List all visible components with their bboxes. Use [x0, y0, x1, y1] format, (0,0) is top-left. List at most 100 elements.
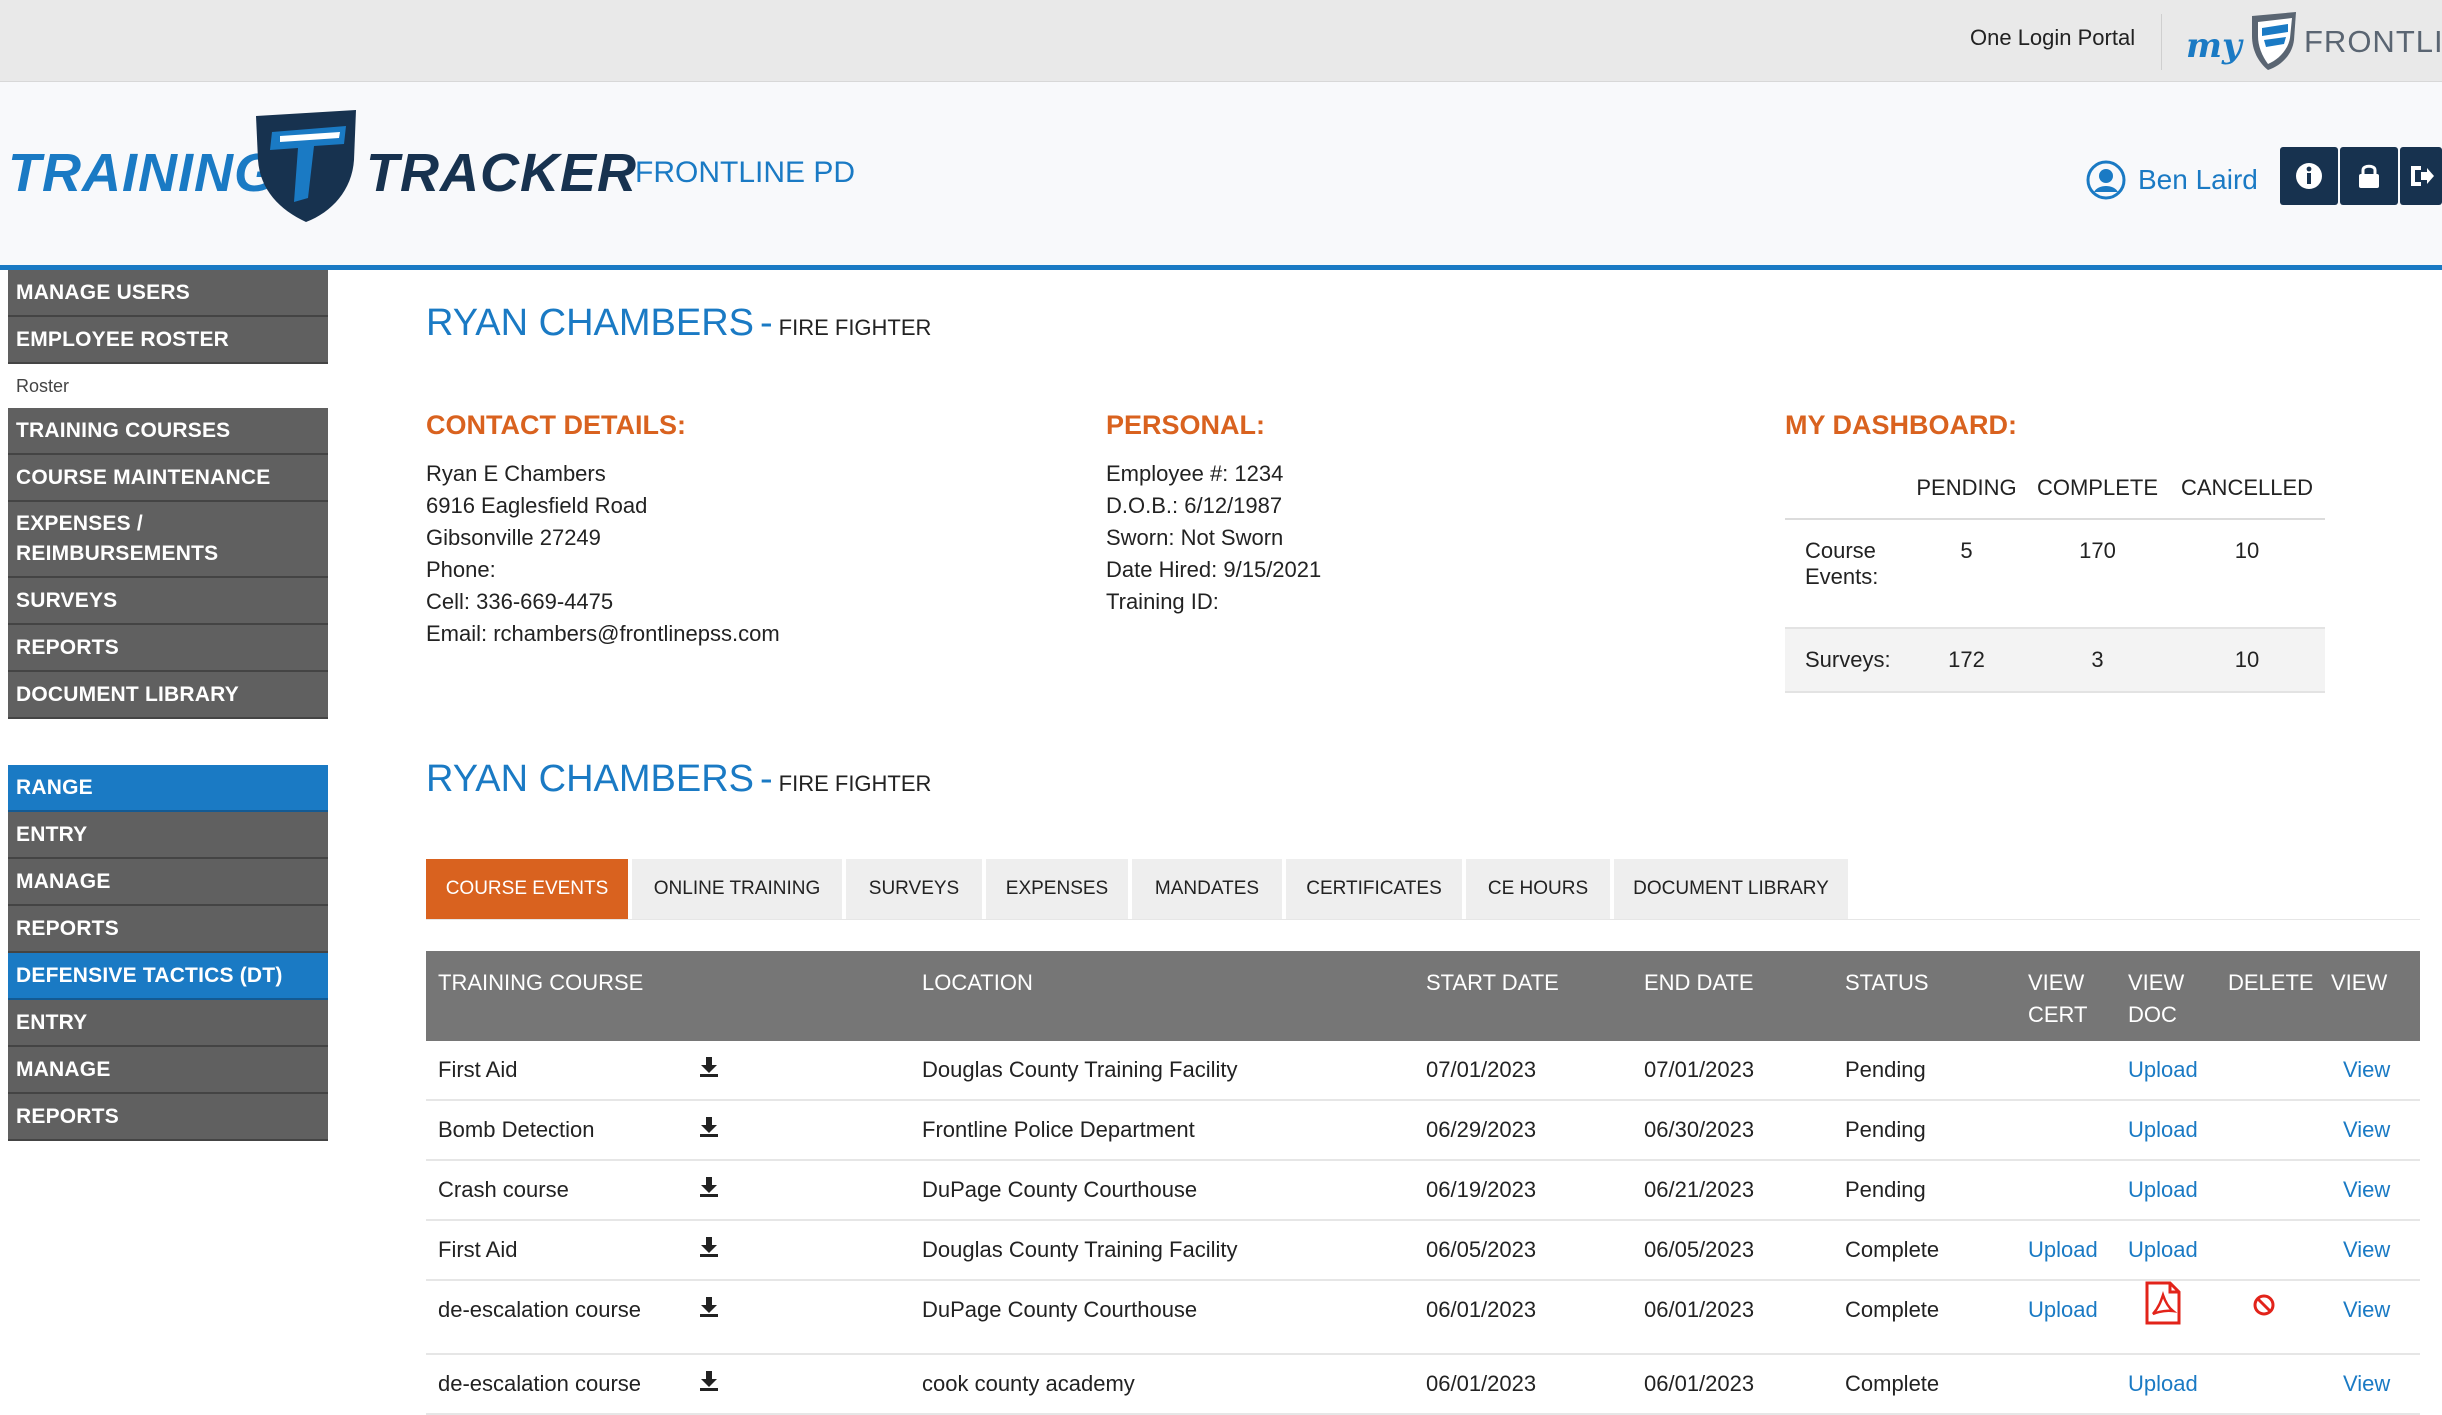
download-icon[interactable]: [698, 1355, 720, 1413]
employee-rank: FIRE FIGHTER: [778, 315, 932, 340]
tab-course-events[interactable]: COURSE EVENTS: [426, 859, 628, 919]
personal-training-id: Training ID:: [1106, 589, 1219, 614]
download-icon[interactable]: [698, 1161, 720, 1219]
info-button[interactable]: [2280, 147, 2338, 205]
pdf-icon[interactable]: [2144, 1281, 2182, 1347]
header-divider: [0, 265, 2442, 270]
sidebar-item-range-manage[interactable]: MANAGE: [8, 859, 328, 906]
start-date: 06/01/2023: [1426, 1371, 1537, 1396]
contact-phone: Phone:: [426, 557, 496, 582]
tab-online-training[interactable]: ONLINE TRAINING: [632, 859, 842, 919]
dashboard-cancelled-count: 10: [2169, 628, 2325, 693]
one-login-portal-link[interactable]: One Login Portal: [1970, 25, 2135, 51]
course-name: First Aid: [438, 1237, 518, 1262]
view-doc-upload-link[interactable]: Upload: [2128, 1161, 2198, 1219]
view-link[interactable]: View: [2343, 1355, 2390, 1413]
course-name: Crash course: [438, 1177, 569, 1202]
course-location: Frontline Police Department: [922, 1117, 1195, 1142]
view-link[interactable]: View: [2343, 1161, 2390, 1219]
lock-button[interactable]: [2340, 147, 2398, 205]
table-row: de-escalation course cook county academy 0…: [426, 1355, 2420, 1415]
sidebar-item-defensive-tactics[interactable]: DEFENSIVE TACTICS (DT): [8, 953, 328, 1000]
col-status[interactable]: STATUS: [1845, 967, 1929, 999]
download-icon[interactable]: [698, 1101, 720, 1159]
employee-rank: FIRE FIGHTER: [778, 771, 932, 796]
sidebar-item-training-courses[interactable]: TRAINING COURSES: [8, 408, 328, 455]
logout-icon: [2411, 166, 2434, 186]
sidebar-subitem-roster[interactable]: Roster: [8, 364, 328, 408]
user-menu[interactable]: Ben Laird: [2086, 160, 2258, 200]
dashboard-complete-count: 170: [2025, 519, 2170, 629]
sidebar-item-employee-roster[interactable]: EMPLOYEE ROSTER: [8, 317, 328, 364]
col-view-doc: VIEW DOC: [2128, 967, 2184, 1031]
col-training-course[interactable]: TRAINING COURSE: [438, 967, 643, 999]
download-icon[interactable]: [698, 1281, 720, 1339]
sidebar-item-dt-reports[interactable]: REPORTS: [8, 1094, 328, 1141]
my-frontline-logo[interactable]: my FRONTLINE: [2186, 8, 2442, 74]
col-end-date[interactable]: END DATE: [1644, 967, 1754, 999]
sidebar-item-reports[interactable]: REPORTS: [8, 625, 328, 672]
download-icon[interactable]: [698, 1041, 720, 1099]
brand-my-text: my: [2186, 26, 2242, 66]
view-link[interactable]: View: [2343, 1041, 2390, 1099]
tab-surveys[interactable]: SURVEYS: [846, 859, 982, 919]
sidebar-item-dt-manage[interactable]: MANAGE: [8, 1047, 328, 1094]
profile-heading: RYAN CHAMBERS - FIRE FIGHTER: [426, 302, 931, 345]
view-cert-upload-link[interactable]: Upload: [2028, 1281, 2098, 1339]
dashboard-title: MY DASHBOARD:: [1785, 410, 2018, 440]
view-doc-upload-link[interactable]: Upload: [2128, 1041, 2198, 1099]
tab-mandates[interactable]: MANDATES: [1132, 859, 1282, 919]
view-doc-upload-link[interactable]: Upload: [2128, 1355, 2198, 1413]
download-icon[interactable]: [698, 1221, 720, 1279]
view-link[interactable]: View: [2343, 1101, 2390, 1159]
table-row: First Aid Douglas County Training Facilit…: [426, 1041, 2420, 1101]
view-doc-upload-link[interactable]: Upload: [2128, 1221, 2198, 1279]
end-date: 06/01/2023: [1644, 1371, 1755, 1396]
tab-ce-hours[interactable]: CE HOURS: [1466, 859, 1610, 919]
view-cert-upload-link[interactable]: Upload: [2028, 1221, 2098, 1279]
logout-button[interactable]: [2400, 147, 2442, 205]
course-location: DuPage County Courthouse: [922, 1297, 1198, 1322]
view-link[interactable]: View: [2343, 1221, 2390, 1279]
col-view: VIEW: [2331, 970, 2388, 995]
sidebar-item-course-maintenance[interactable]: COURSE MAINTENANCE: [8, 455, 328, 502]
profile-heading-secondary: RYAN CHAMBERS - FIRE FIGHTER: [426, 758, 931, 801]
col-start-date[interactable]: START DATE: [1426, 967, 1559, 999]
divider: [2161, 14, 2162, 70]
col-location[interactable]: LOCATION: [922, 967, 1033, 999]
sidebar-item-dt-entry[interactable]: ENTRY: [8, 1000, 328, 1047]
sidebar-item-range-reports[interactable]: REPORTS: [8, 906, 328, 953]
start-date: 06/01/2023: [1426, 1297, 1537, 1322]
sidebar-item-range[interactable]: RANGE: [8, 765, 328, 812]
sidebar-item-document-library[interactable]: DOCUMENT LIBRARY: [8, 672, 328, 719]
tab-certificates[interactable]: CERTIFICATES: [1286, 859, 1462, 919]
dashboard-row-label: Course Events:: [1785, 519, 1907, 629]
course-status: Complete: [1845, 1237, 1940, 1262]
sidebar-item-expenses[interactable]: EXPENSES / REIMBURSEMENTS: [8, 502, 328, 578]
agency-name: FRONTLINE PD: [635, 156, 856, 189]
dashboard-row-surveys: Surveys: 172 3 10: [1785, 628, 2325, 693]
tabs-divider: [426, 919, 2420, 920]
dashboard-cancelled-count: 10: [2169, 519, 2325, 629]
course-name: First Aid: [438, 1057, 518, 1082]
sidebar-item-surveys[interactable]: SURVEYS: [8, 578, 328, 625]
dashboard-complete-count: 3: [2025, 628, 2170, 693]
table-header: TRAINING COURSE LOCATION START DATE END …: [426, 951, 2420, 1041]
course-status: Complete: [1845, 1297, 1940, 1322]
training-tracker-shield-icon: [256, 110, 356, 222]
app-header: TRAINING TRACKER FRONTLINE PD Ben Laird: [0, 82, 2442, 265]
course-status: Pending: [1845, 1057, 1926, 1082]
tab-document-library[interactable]: DOCUMENT LIBRARY: [1614, 859, 1848, 919]
col-view-doc-l1: VIEW: [2128, 970, 2185, 995]
tab-expenses[interactable]: EXPENSES: [986, 859, 1128, 919]
dashboard-corner: [1785, 458, 1907, 520]
delete-icon[interactable]: [2252, 1281, 2276, 1339]
info-icon: [2296, 163, 2322, 189]
view-link[interactable]: View: [2343, 1281, 2390, 1339]
sidebar-item-range-entry[interactable]: ENTRY: [8, 812, 328, 859]
sidebar-item-manage-users[interactable]: MANAGE USERS: [8, 270, 328, 317]
view-doc-upload-link[interactable]: Upload: [2128, 1101, 2198, 1159]
course-location: cook county academy: [922, 1371, 1135, 1396]
col-delete: DELETE: [2228, 970, 2314, 995]
course-name: de-escalation course: [438, 1297, 642, 1322]
